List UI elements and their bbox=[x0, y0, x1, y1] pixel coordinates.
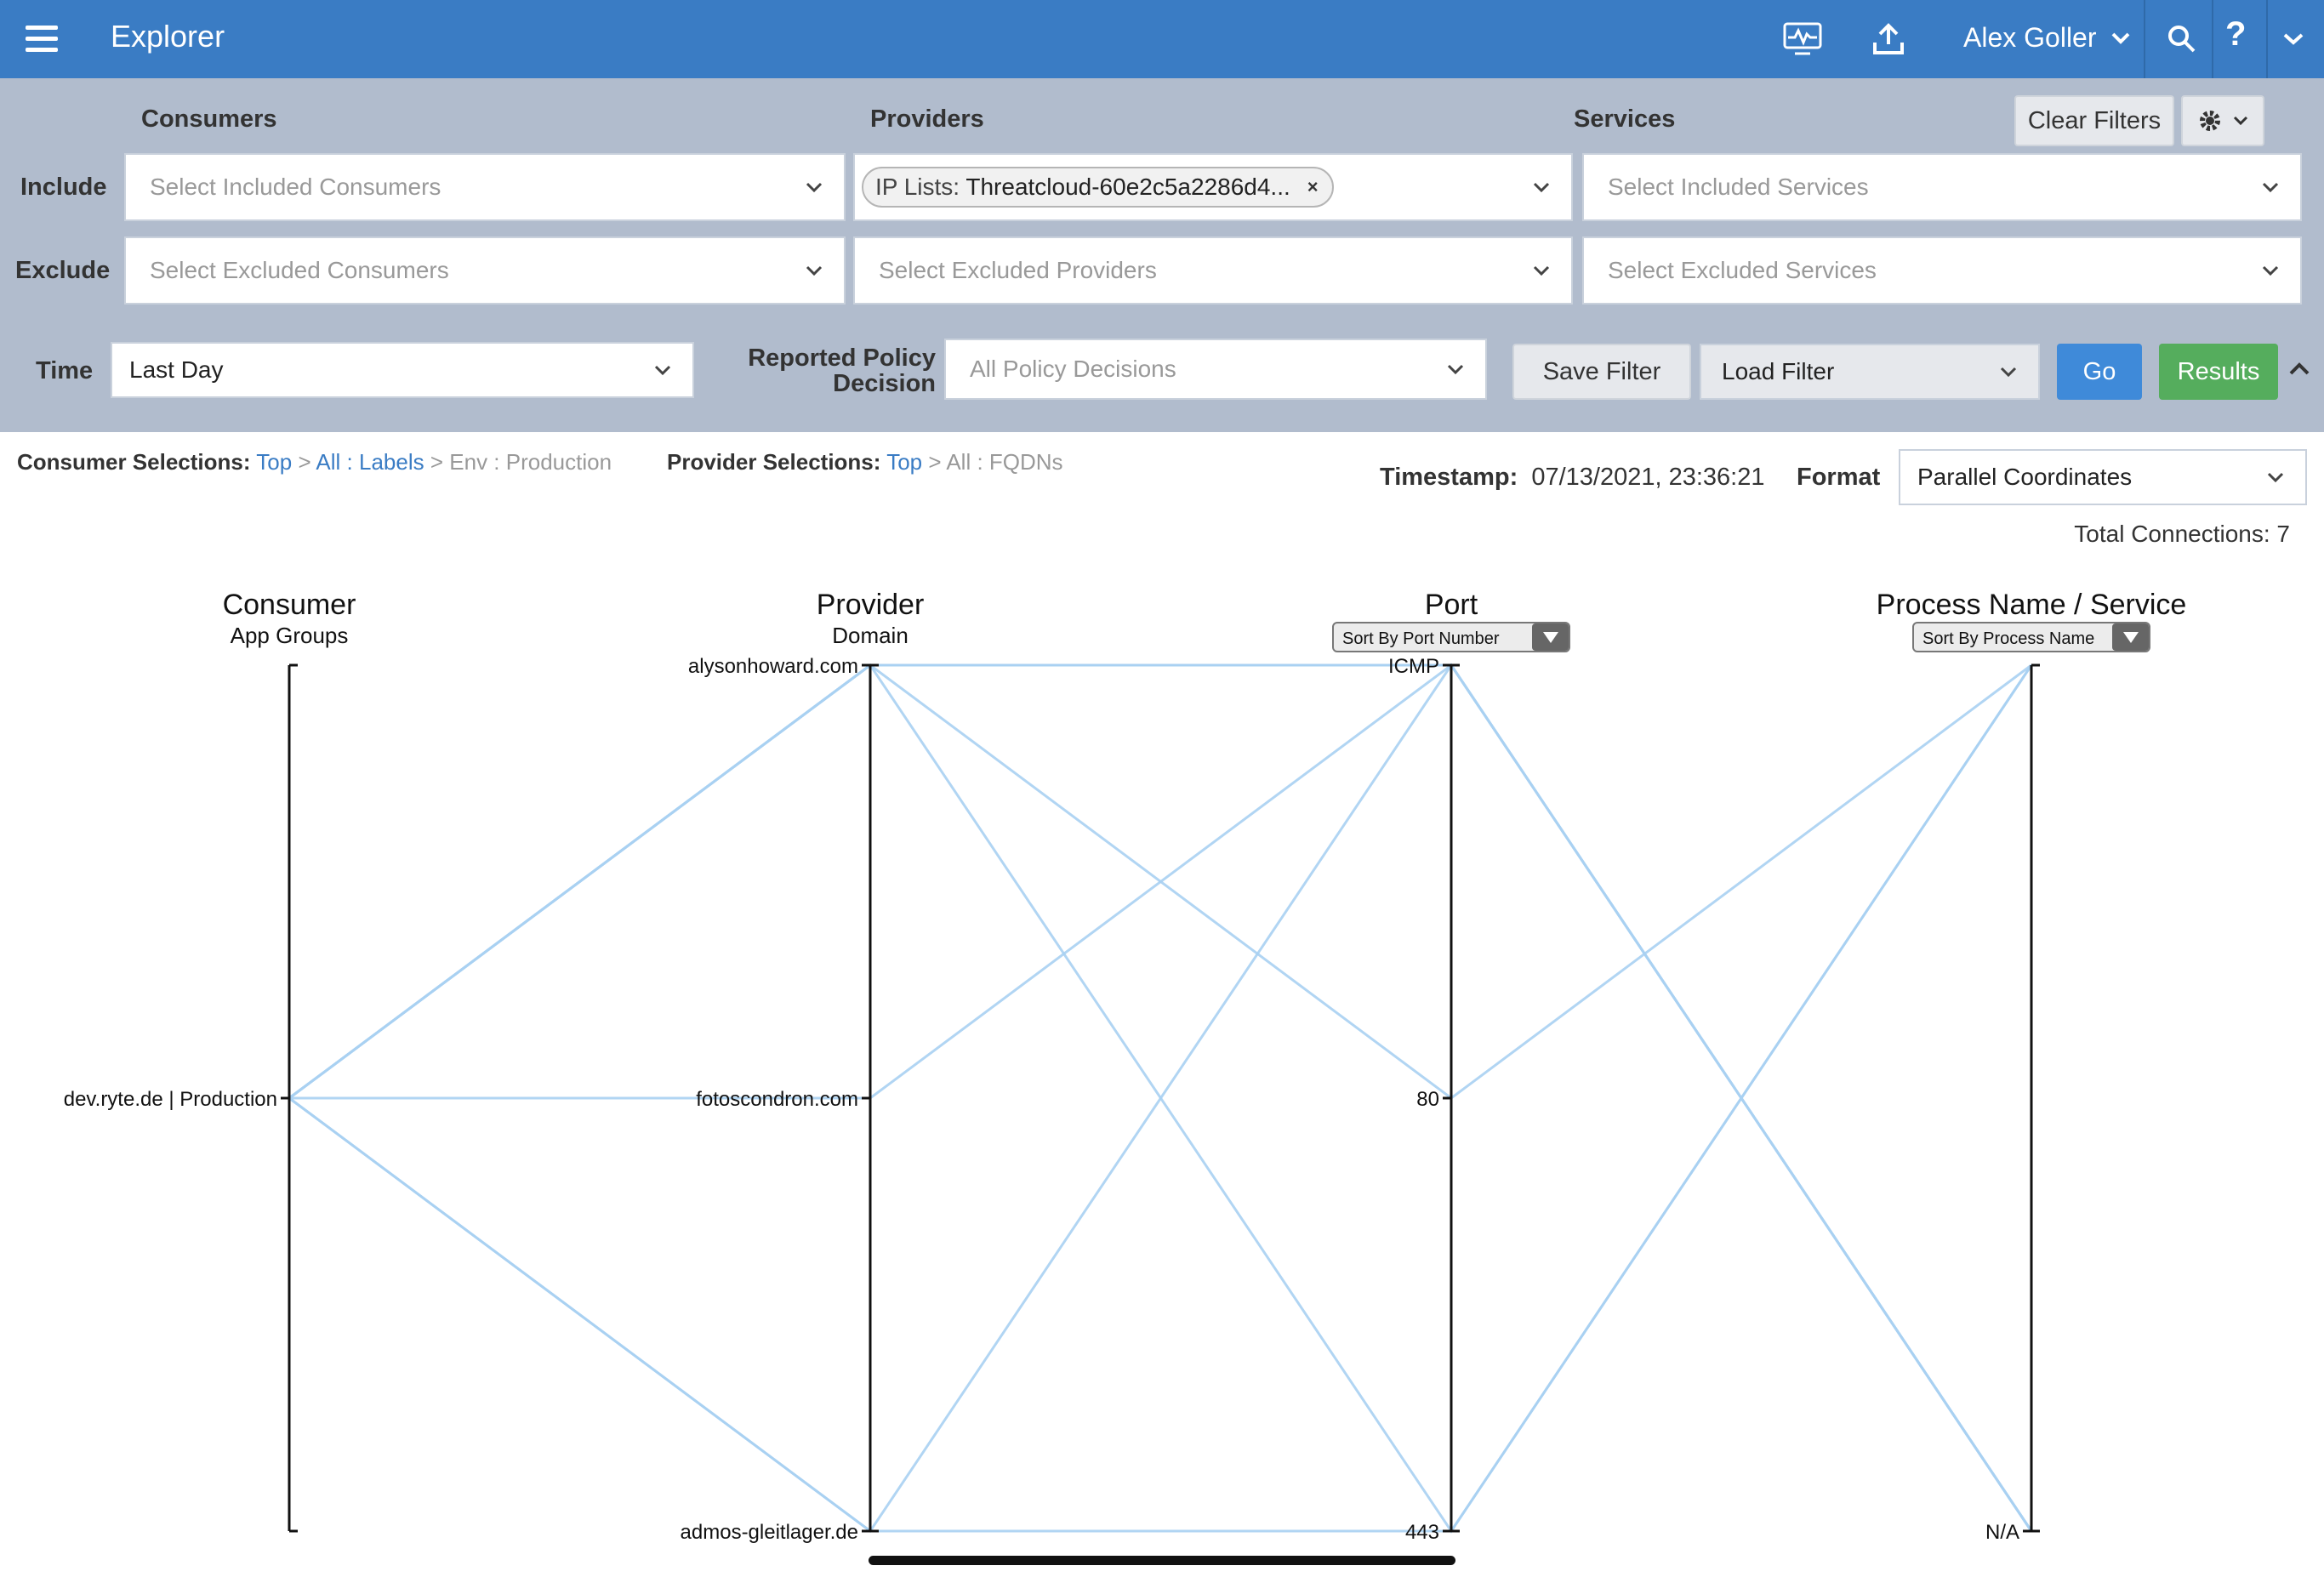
axis-title: Consumer bbox=[223, 589, 356, 621]
axis-category-label: admos-gleitlager.de bbox=[681, 1521, 858, 1544]
axis-category-label: 443 bbox=[1405, 1521, 1439, 1544]
parallel-coordinates-chart: ConsumerApp Groups dev.ryte.de | Producti… bbox=[64, 589, 2187, 1544]
axis-title: Port bbox=[1425, 589, 1478, 621]
home-indicator bbox=[869, 1556, 1455, 1565]
axis-category-label: N/A bbox=[1985, 1521, 2019, 1544]
connection-lines bbox=[288, 663, 2033, 1534]
sort-dropdown-label: Sort By Process Name bbox=[1922, 629, 2094, 648]
axis-category-label: fotoscondron.com bbox=[696, 1088, 858, 1111]
axis-subtitle: Domain bbox=[832, 623, 909, 648]
axis-category-label: alysonhoward.com bbox=[688, 655, 858, 678]
axis-title: Provider bbox=[817, 589, 925, 621]
axis-subtitle: App Groups bbox=[231, 623, 349, 648]
axis-category-label: 80 bbox=[1416, 1088, 1439, 1111]
sort-dropdown-label: Sort By Port Number bbox=[1342, 629, 1500, 648]
axis-title: Process Name / Service bbox=[1877, 589, 2187, 621]
axis-category-label: dev.ryte.de | Production bbox=[64, 1088, 277, 1111]
axis-category-label: ICMP bbox=[1388, 655, 1439, 678]
